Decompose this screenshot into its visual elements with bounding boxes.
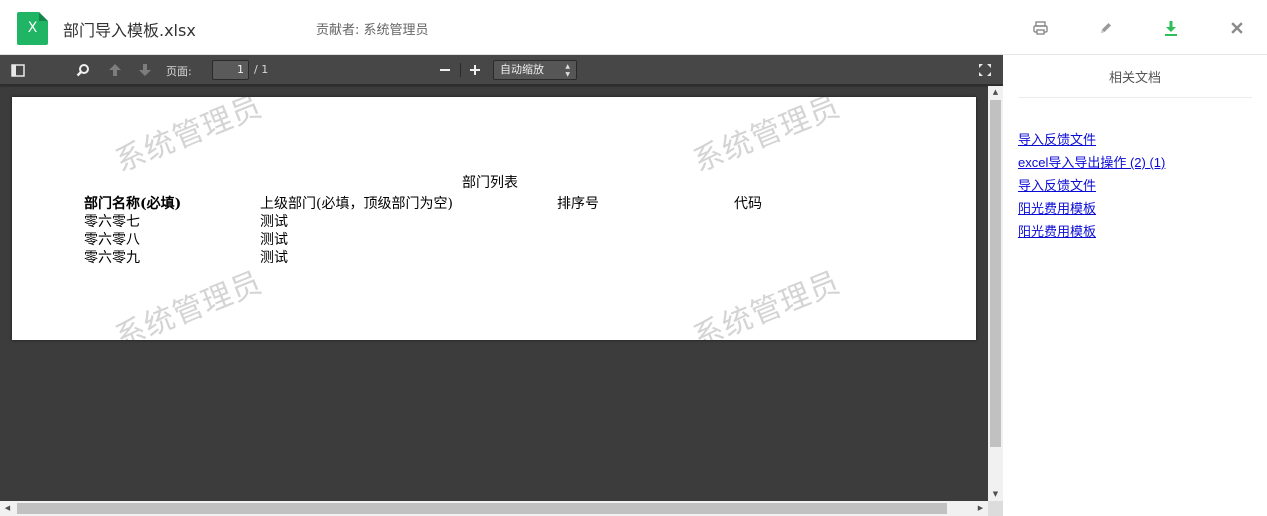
previous-page-icon (109, 64, 121, 76)
search-icon (76, 64, 89, 77)
chevron-updown-icon: ▲ ▼ (565, 63, 570, 78)
column-header: 上级部门(必填，顶级部门为空) (260, 196, 453, 212)
header-bar: X 部门导入模板.xlsx 贡献者: 系统管理员 (0, 0, 1267, 55)
table-cell: 测试 (260, 214, 288, 230)
next-page-icon (139, 64, 151, 76)
scroll-right-icon[interactable]: ▶ (973, 501, 988, 516)
related-documents-panel: 相关文档 导入反馈文件 excel导入导出操作 (2) (1) 导入反馈文件 阳… (1003, 55, 1267, 516)
zoom-in-icon (470, 65, 480, 75)
vertical-scrollbar[interactable]: ▲ ▼ (988, 86, 1003, 501)
table-cell: 测试 (260, 250, 288, 266)
next-page-button[interactable] (136, 62, 154, 78)
related-document-link[interactable]: 阳光费用模板 (1018, 197, 1165, 220)
zoom-out-icon (440, 69, 450, 71)
table-cell: 测试 (260, 232, 288, 248)
horizontal-scrollbar[interactable]: ◀ ▶ (0, 501, 988, 516)
column-header: 部门名称(必填) (84, 196, 182, 212)
download-icon (1165, 21, 1177, 36)
scrollbar-thumb[interactable] (17, 503, 947, 514)
scroll-left-icon[interactable]: ◀ (0, 501, 15, 516)
zoom-select[interactable]: 自动缩放 ▲ ▼ (493, 60, 577, 80)
related-document-link[interactable]: 导入反馈文件 (1018, 174, 1165, 197)
table-cell: 零六零七 (84, 214, 140, 230)
watermark: 系统管理员 (688, 264, 846, 340)
scroll-up-icon[interactable]: ▲ (988, 86, 1003, 99)
contributor-label: 贡献者: 系统管理员 (316, 23, 429, 38)
page-label: 页面: (166, 65, 192, 78)
close-icon (1231, 22, 1243, 34)
previous-page-button[interactable] (106, 62, 124, 78)
search-button[interactable] (75, 62, 91, 78)
scrollbar-thumb[interactable] (990, 100, 1001, 447)
related-document-link[interactable]: 阳光费用模板 (1018, 220, 1165, 243)
panel-title: 相关文档 (1018, 67, 1252, 98)
related-documents-list: 导入反馈文件 excel导入导出操作 (2) (1) 导入反馈文件 阳光费用模板… (1018, 128, 1165, 243)
viewer-toolbar: 页面: 1 / 1 自动缩放 ▲ ▼ (0, 55, 1003, 85)
watermark: 系统管理员 (110, 264, 268, 340)
sidebar-toggle-button[interactable] (10, 62, 26, 78)
zoom-select-value: 自动缩放 (500, 63, 544, 76)
related-document-link[interactable]: 导入反馈文件 (1018, 128, 1165, 151)
table-cell: 零六零八 (84, 232, 140, 248)
close-button[interactable] (1225, 16, 1249, 40)
pencil-icon (1101, 23, 1111, 33)
scrollbar-corner (988, 501, 1003, 516)
sheet-title: 部门列表 (462, 175, 518, 191)
excel-file-icon: X (17, 12, 48, 45)
print-button[interactable] (1028, 16, 1052, 40)
zoom-out-button[interactable] (437, 62, 453, 78)
pdf-viewer: 页面: 1 / 1 自动缩放 ▲ ▼ 系统管理员 系统管理员 系统管理员 系统管… (0, 55, 1003, 516)
page-total: / 1 (254, 63, 269, 76)
sidebar-toggle-icon (11, 63, 25, 77)
file-title: 部门导入模板.xlsx (63, 21, 196, 40)
document-page: 系统管理员 系统管理员 系统管理员 系统管理员 部门列表 部门名称(必填) 上级… (12, 97, 976, 340)
print-icon (1032, 21, 1048, 35)
related-document-link[interactable]: excel导入导出操作 (2) (1) (1018, 151, 1165, 174)
document-preview-app: X 部门导入模板.xlsx 贡献者: 系统管理员 页面: 1 / 1 自动缩放 … (0, 0, 1267, 516)
toolbar-divider (460, 63, 461, 77)
watermark: 系统管理员 (688, 97, 846, 180)
page-number-input[interactable]: 1 (212, 60, 249, 80)
scroll-down-icon[interactable]: ▼ (988, 488, 1003, 501)
fullscreen-icon (979, 64, 991, 76)
column-header: 代码 (734, 196, 762, 212)
column-header: 排序号 (557, 196, 599, 212)
zoom-in-button[interactable] (467, 62, 483, 78)
watermark: 系统管理员 (110, 97, 268, 180)
download-button[interactable] (1159, 16, 1183, 40)
edit-button[interactable] (1094, 16, 1118, 40)
table-cell: 零六零九 (84, 250, 140, 266)
fullscreen-button[interactable] (977, 62, 993, 78)
